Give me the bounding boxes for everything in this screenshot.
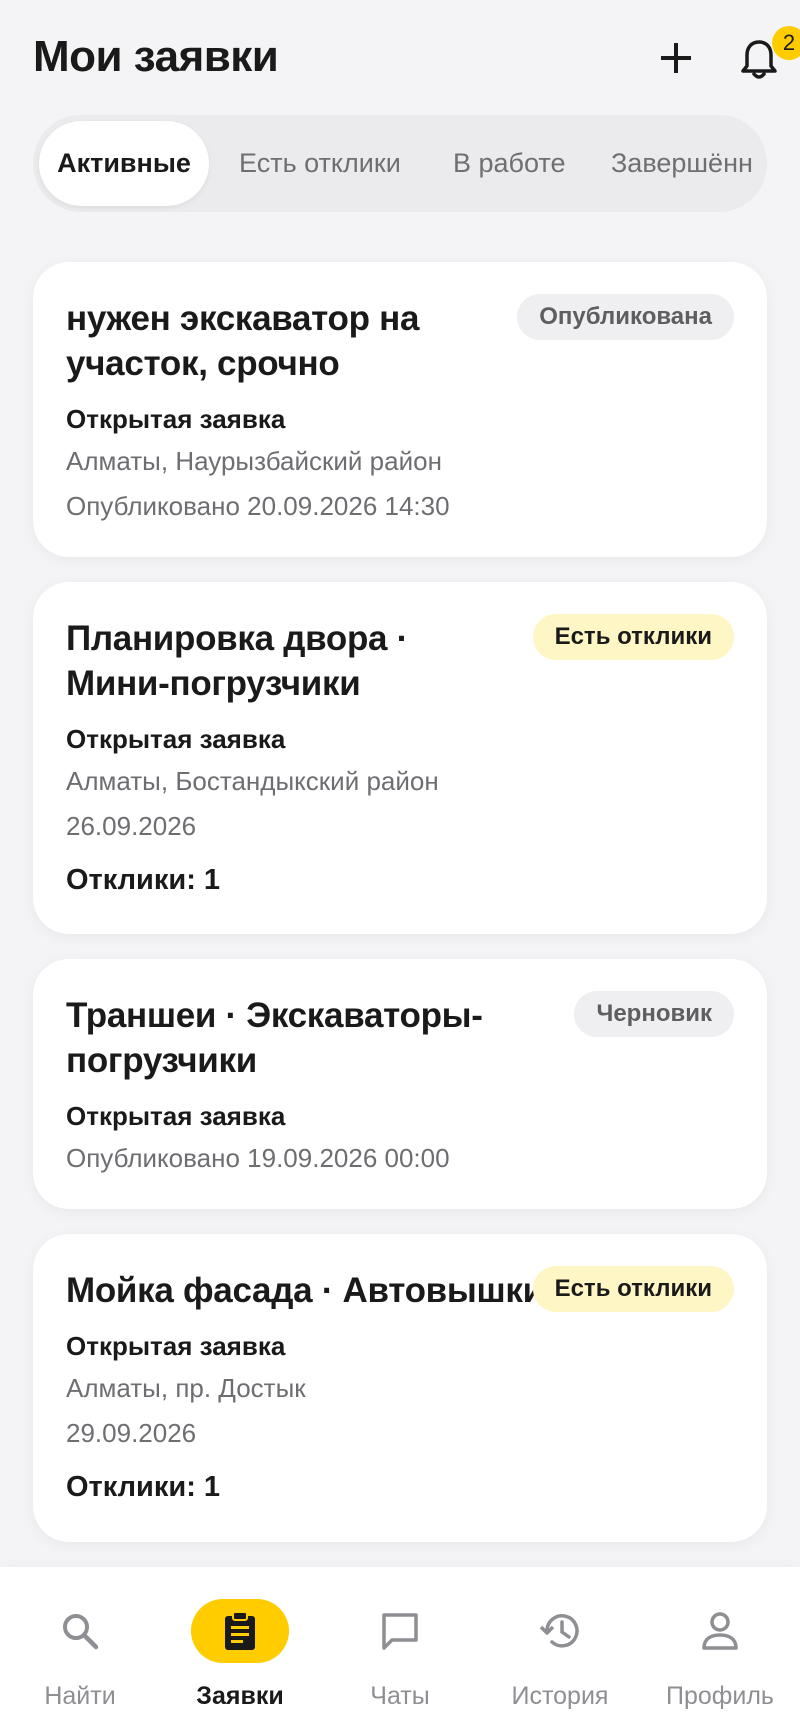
- status-badge: Опубликована: [517, 294, 734, 340]
- request-title: Мойка фасада · Автовышки: [66, 1271, 544, 1310]
- request-title: Планировка двора · Мини-погрузчики: [66, 619, 408, 703]
- request-location: Алматы, Наурызбайский район: [66, 446, 442, 476]
- request-type: Открытая заявка: [66, 1101, 286, 1131]
- status-badge: Черновик: [574, 991, 734, 1037]
- request-card[interactable]: нужен экскаватор на участок, срочно Опуб…: [33, 262, 767, 557]
- nav-label: Профиль: [666, 1682, 774, 1710]
- request-card[interactable]: Планировка двора · Мини-погрузчики Есть …: [33, 582, 767, 934]
- page-title: Мои заявки: [33, 32, 279, 81]
- nav-item-requests[interactable]: Заявки: [160, 1567, 320, 1731]
- request-date: 26.09.2026: [66, 811, 197, 841]
- tab-in-progress[interactable]: В работе: [453, 121, 566, 206]
- bottom-navigation: Найти Заявки Чаты История Профиль: [0, 1567, 800, 1731]
- nav-item-chats[interactable]: Чаты: [320, 1567, 480, 1731]
- request-card[interactable]: Мойка фасада · Автовышки Есть отклики От…: [33, 1234, 767, 1542]
- status-badge: Есть отклики: [532, 1266, 734, 1312]
- nav-label: Заявки: [196, 1682, 284, 1710]
- request-date: Опубликовано 20.09.2026 14:30: [66, 491, 450, 521]
- request-title: Траншеи · Экскаваторы-погрузчики: [66, 996, 483, 1080]
- tab-completed[interactable]: Завершённ: [611, 121, 753, 206]
- history-icon: [539, 1614, 579, 1648]
- nav-label: История: [511, 1682, 609, 1710]
- notification-badge: 2: [772, 26, 800, 60]
- request-type: Открытая заявка: [66, 1331, 286, 1361]
- status-tabs: Активные Есть отклики В работе Завершённ: [33, 115, 767, 212]
- status-badge: Есть отклики: [532, 614, 734, 660]
- request-location: Алматы, пр. Достык: [66, 1373, 306, 1403]
- request-date: 29.09.2026: [66, 1418, 197, 1448]
- request-card[interactable]: Траншеи · Экскаваторы-погрузчики Чернови…: [33, 959, 767, 1209]
- request-date: Опубликовано 19.09.2026 00:00: [66, 1143, 450, 1173]
- request-type: Открытая заявка: [66, 404, 286, 434]
- search-icon: [63, 1614, 99, 1650]
- nav-item-profile[interactable]: Профиль: [640, 1567, 800, 1731]
- tab-has-responses[interactable]: Есть отклики: [239, 121, 401, 206]
- nav-label: Чаты: [370, 1682, 430, 1710]
- nav-item-history[interactable]: История: [480, 1567, 640, 1731]
- nav-item-search[interactable]: Найти: [0, 1567, 160, 1731]
- request-location: Алматы, Бостандыкский район: [66, 766, 439, 796]
- responses-count: Отклики: 1: [66, 1471, 221, 1503]
- add-request-button[interactable]: [654, 36, 698, 80]
- chat-icon: [382, 1613, 418, 1650]
- request-type: Открытая заявка: [66, 724, 286, 754]
- clipboard-icon: [225, 1611, 255, 1650]
- profile-icon: [702, 1612, 738, 1650]
- responses-count: Отклики: 1: [66, 864, 221, 896]
- request-title: нужен экскаватор на участок, срочно: [66, 299, 420, 383]
- header: Мои заявки 2: [0, 0, 800, 110]
- nav-label: Найти: [44, 1682, 116, 1710]
- tab-active[interactable]: Активные: [39, 121, 209, 206]
- plus-icon: [661, 43, 691, 73]
